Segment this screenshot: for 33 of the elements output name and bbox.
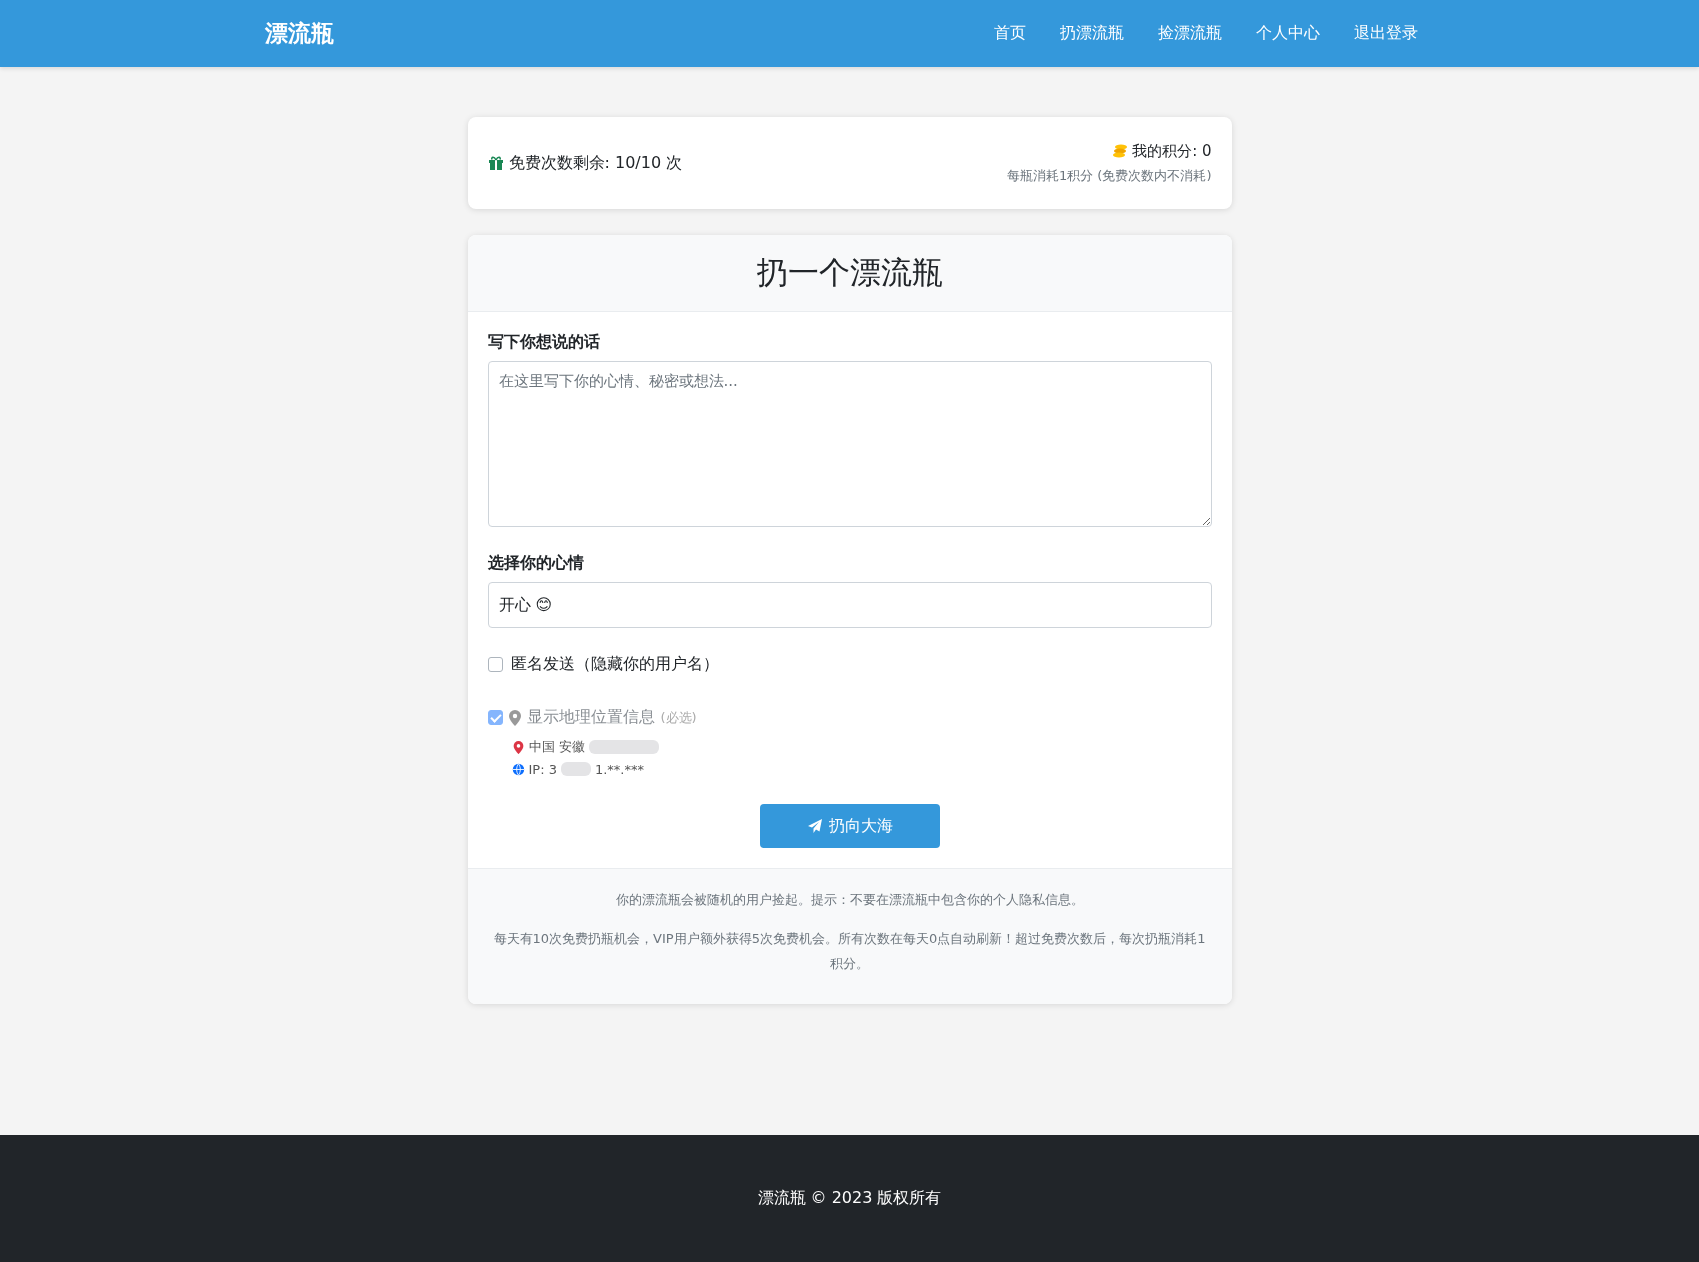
message-label: 写下你想说的话 (487, 332, 601, 353)
anonymous-checkbox[interactable] (487, 657, 503, 672)
map-pin-icon (511, 740, 525, 754)
note-text: 你的漂流瓶会被随机的用户捡起。提示：不要在漂流瓶中包含你的个人隐私信息。 (614, 891, 1085, 909)
ip-text: 1.**.*** (594, 761, 644, 777)
globe-icon (511, 762, 525, 776)
nav-link[interactable]: 捡漂流瓶 (1150, 17, 1230, 50)
copyright-text: 漂流瓶 © 2023 版权所有 (757, 1188, 942, 1209)
paper-plane-icon (806, 818, 823, 834)
location-text: 中国 安徽 (528, 738, 585, 756)
map-pin-icon (508, 709, 521, 726)
nav-link[interactable]: 退出登录 (1346, 17, 1426, 50)
points-note: 每瓶消耗1积分 (免费次数内不消耗) (1006, 166, 1212, 185)
nav-link[interactable]: 个人中心 (1248, 17, 1328, 50)
message-field[interactable]: 在这里写下你的心情、秘密或想法... (487, 361, 1212, 527)
ip-text: IP: 3 (528, 761, 557, 777)
note-text: 每天有10次免费扔瓶机会，VIP用户额外获得5次免费机会。所有次数在每天0点自动刷新！超过免费次数后，每次扔瓶消耗1积分。 (492, 930, 1207, 973)
points-text: 我的积分: 0 (1132, 141, 1212, 161)
brand-logo[interactable]: 漂流瓶 (265, 18, 334, 49)
free-count-text: 免费次数剩余: 10/10 次 (508, 152, 683, 174)
anonymous-label: 匿名发送（隐藏你的用户名） (510, 654, 719, 675)
submit-button[interactable]: 扔向大海 (759, 804, 940, 848)
nav-link[interactable]: 首页 (986, 17, 1034, 50)
location-label: 显示地理位置信息 (526, 707, 655, 728)
required-hint: (必选) (660, 708, 697, 727)
nav-link[interactable]: 扔漂流瓶 (1052, 17, 1132, 50)
gift-icon (487, 155, 504, 171)
mood-label: 选择你的心情 (487, 553, 585, 574)
mood-select[interactable]: 开心 😊 (487, 582, 1212, 628)
coins-icon (1112, 143, 1129, 159)
form-title: 扔一个漂流瓶 (756, 253, 943, 292)
redaction-block (560, 762, 591, 776)
redaction-block (588, 740, 659, 754)
